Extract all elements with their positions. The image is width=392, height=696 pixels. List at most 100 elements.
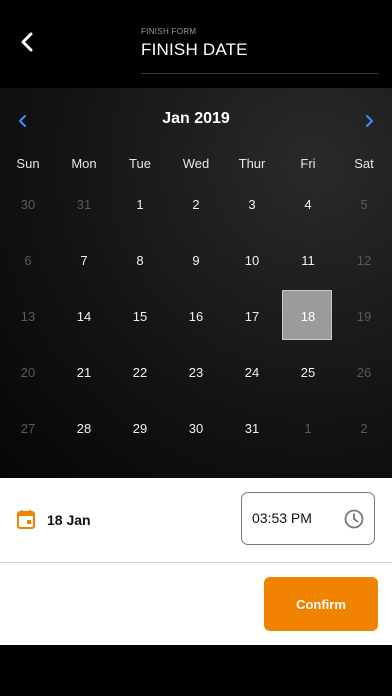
day-number: 22: [132, 364, 148, 380]
week-row: 20 21 22 23 24 25 26: [0, 344, 392, 400]
day-cell-selected[interactable]: 18: [280, 289, 336, 345]
day-cell[interactable]: 29: [112, 400, 168, 456]
day-cell[interactable]: 4: [280, 177, 336, 233]
day-number: 24: [244, 364, 260, 380]
day-number: 9: [192, 253, 200, 269]
day-cell[interactable]: 20: [0, 344, 56, 400]
footer-divider: [0, 562, 392, 563]
time-picker-field[interactable]: 03:53 PM: [241, 492, 375, 545]
header-divider: [141, 73, 378, 74]
header: FINISH FORM FINISH DATE: [0, 0, 392, 88]
day-number: 30: [20, 197, 36, 213]
selected-date-label: 18 Jan: [47, 512, 91, 528]
day-number: 29: [132, 420, 148, 436]
day-number: 31: [244, 420, 260, 436]
time-value: 03:53 PM: [252, 510, 312, 526]
day-number: 17: [244, 308, 260, 324]
chevron-right-icon: [366, 115, 373, 127]
day-number: 25: [300, 364, 316, 380]
weekday-label: Fri: [300, 156, 316, 171]
day-number: 13: [20, 308, 36, 324]
next-month-button[interactable]: [357, 110, 381, 132]
weekday-label: Tue: [129, 156, 151, 171]
week-row: 27 28 29 30 31 1 2: [0, 400, 392, 456]
day-number: 14: [76, 308, 92, 324]
calendar-icon: [17, 510, 35, 529]
day-cell[interactable]: 31: [56, 177, 112, 233]
day-number: 2: [360, 420, 368, 436]
back-button[interactable]: [14, 28, 42, 56]
day-cell[interactable]: 2: [336, 400, 392, 456]
day-cell[interactable]: 1: [280, 400, 336, 456]
day-cell[interactable]: 3: [224, 177, 280, 233]
day-cell[interactable]: 21: [56, 344, 112, 400]
day-cell[interactable]: 30: [0, 177, 56, 233]
day-number: 16: [188, 308, 204, 324]
day-cell[interactable]: 16: [168, 289, 224, 345]
day-cell[interactable]: 27: [0, 400, 56, 456]
day-cell[interactable]: 7: [56, 233, 112, 289]
confirm-button[interactable]: Confirm: [264, 577, 378, 631]
day-cell[interactable]: 10: [224, 233, 280, 289]
selection-footer: 18 Jan 03:53 PM Confirm: [0, 478, 392, 645]
day-cell[interactable]: 1: [112, 177, 168, 233]
day-cell[interactable]: 31: [224, 400, 280, 456]
day-number: 7: [80, 253, 88, 269]
day-number: 2: [192, 197, 200, 213]
day-cell[interactable]: 9: [168, 233, 224, 289]
weekday-label: Sat: [354, 156, 374, 171]
day-number: 18: [300, 308, 316, 324]
day-number: 6: [24, 253, 32, 269]
day-grid: 30 31 1 2 3 4 5 6 7 8 9 10 11 12 13 14 15 16 17 18 19 20 21 22 2…: [0, 177, 392, 456]
day-number: 31: [76, 197, 92, 213]
week-row: 6 7 8 9 10 11 12: [0, 233, 392, 289]
weekday-label: Mon: [71, 156, 97, 171]
day-cell[interactable]: 25: [280, 344, 336, 400]
day-number: 1: [136, 197, 144, 213]
bottom-bar: [0, 645, 392, 696]
day-number: 4: [304, 197, 312, 213]
day-number: 8: [136, 253, 144, 269]
page-title: FINISH DATE: [141, 40, 248, 59]
day-cell[interactable]: 5: [336, 177, 392, 233]
header-subtitle: FINISH FORM: [141, 27, 197, 36]
week-row: 30 31 1 2 3 4 5: [0, 177, 392, 233]
day-cell[interactable]: 24: [224, 344, 280, 400]
day-cell[interactable]: 11: [280, 233, 336, 289]
day-number: 5: [360, 197, 368, 213]
day-number: 12: [356, 253, 372, 269]
weekday-label: Wed: [182, 156, 210, 171]
weekday-header: Sun Mon Tue Wed Thur Fri Sat: [0, 156, 392, 174]
day-cell[interactable]: 12: [336, 233, 392, 289]
chevron-left-icon: [21, 32, 33, 52]
day-number: 15: [132, 308, 148, 324]
day-number: 3: [248, 197, 256, 213]
day-cell[interactable]: 28: [56, 400, 112, 456]
day-number: 19: [356, 308, 372, 324]
day-number: 23: [188, 364, 204, 380]
week-row: 13 14 15 16 17 18 19: [0, 289, 392, 345]
day-cell[interactable]: 6: [0, 233, 56, 289]
month-title: Jan 2019: [162, 110, 230, 127]
day-number: 27: [20, 420, 36, 436]
clock-icon: [344, 509, 364, 529]
day-cell[interactable]: 30: [168, 400, 224, 456]
day-cell[interactable]: 26: [336, 344, 392, 400]
day-cell[interactable]: 8: [112, 233, 168, 289]
day-number: 1: [304, 420, 312, 436]
day-number: 11: [301, 253, 315, 269]
day-number: 21: [76, 364, 92, 380]
day-cell[interactable]: 14: [56, 289, 112, 345]
day-number: 26: [356, 364, 372, 380]
day-number: 20: [20, 364, 36, 380]
day-cell[interactable]: 15: [112, 289, 168, 345]
calendar: Jan 2019 Sun Mon Tue Wed Thur Fri Sat 30…: [0, 88, 392, 478]
day-number: 10: [244, 253, 260, 269]
day-cell[interactable]: 19: [336, 289, 392, 345]
day-cell[interactable]: 2: [168, 177, 224, 233]
day-number: 30: [188, 420, 204, 436]
day-cell[interactable]: 13: [0, 289, 56, 345]
day-cell[interactable]: 22: [112, 344, 168, 400]
day-cell[interactable]: 23: [168, 344, 224, 400]
day-cell[interactable]: 17: [224, 289, 280, 345]
